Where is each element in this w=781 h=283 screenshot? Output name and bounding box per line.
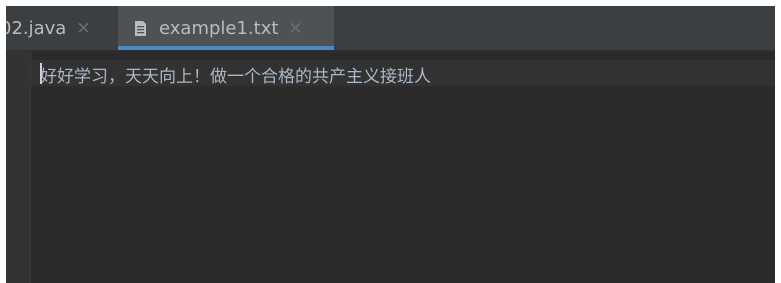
line-gutter xyxy=(6,51,30,283)
tab-example1-txt[interactable]: example1.txt × xyxy=(118,6,334,50)
tab-label: example1.txt xyxy=(159,17,279,39)
editor-tab-bar: 02.java × example1.txt × xyxy=(6,6,775,51)
editor-line[interactable]: 好好学习，天天向上！做一个合格的共产主义接班人 xyxy=(40,62,431,87)
screenshot-frame: 02.java × example1.txt × 好好学习，天天向上！做一个合格… xyxy=(0,0,781,283)
close-icon[interactable]: × xyxy=(76,18,90,38)
text-editor[interactable]: 好好学习，天天向上！做一个合格的共产主义接班人 xyxy=(6,51,775,283)
tab-java-file[interactable]: 02.java × xyxy=(6,6,116,50)
close-icon[interactable]: × xyxy=(288,18,302,38)
text-file-icon xyxy=(134,20,147,37)
active-tab-indicator xyxy=(118,46,334,50)
ide-window: 02.java × example1.txt × 好好学习，天天向上！做一个合格… xyxy=(6,6,775,283)
text-caret xyxy=(40,63,42,84)
tab-label: 02.java xyxy=(6,17,67,39)
